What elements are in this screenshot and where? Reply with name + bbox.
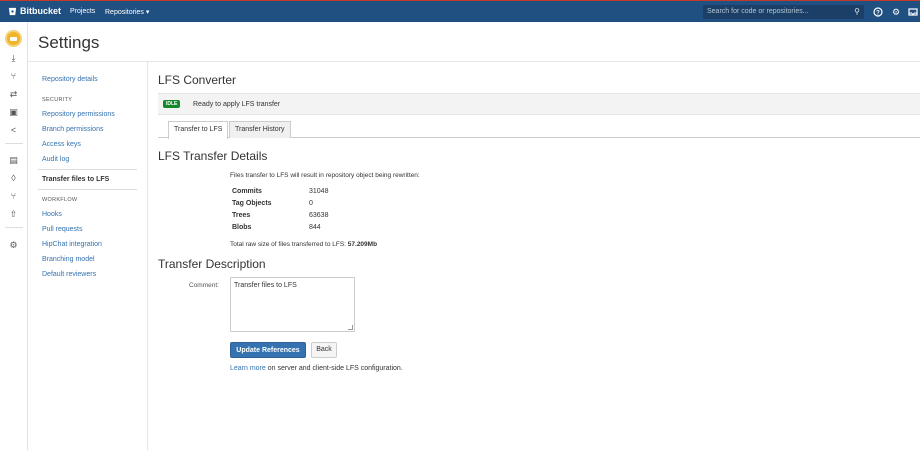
source-icon[interactable]: ▤ [8, 155, 19, 166]
stat-label-commits: Commits [232, 188, 262, 195]
stat-value-blobs: 844 [309, 224, 321, 231]
search-placeholder: Search for code or repositories... [707, 8, 809, 15]
tab-transfer-history[interactable]: Transfer History [229, 121, 291, 138]
transfer-details-heading: LFS Transfer Details [158, 149, 268, 163]
create-branch-icon[interactable]: ⑂ [8, 71, 19, 82]
search-icon[interactable]: ⚲ [854, 7, 860, 16]
pull-requests-icon[interactable]: ⇧ [8, 209, 19, 220]
transfer-details-intro: Files transfer to LFS will result in rep… [230, 172, 420, 179]
stat-label-tag-objects: Tag Objects [232, 200, 272, 207]
sidebar-item-hipchat-integration[interactable]: HipChat integration [42, 241, 102, 248]
inbox-icon[interactable] [908, 7, 918, 17]
total-size-label: Total raw size of files transferred to L… [230, 241, 348, 248]
status-message: Ready to apply LFS transfer [193, 101, 281, 108]
sidebar-heading-workflow: WORKFLOW [42, 197, 78, 203]
settings-sidebar: Repository details SECURITY Repository p… [28, 62, 148, 450]
sidebar-item-access-keys[interactable]: Access keys [42, 141, 81, 148]
sidebar-item-repository-permissions[interactable]: Repository permissions [42, 111, 115, 118]
commits-icon[interactable]: ◊ [8, 173, 19, 184]
share-icon[interactable]: < [8, 125, 19, 136]
create-pull-request-icon[interactable]: ⇄ [8, 89, 19, 100]
brand-name: Bitbucket [20, 6, 62, 16]
settings-icon[interactable]: ⚙ [8, 240, 19, 251]
stat-label-trees: Trees [232, 212, 251, 219]
sidebar-item-branching-model[interactable]: Branching model [42, 256, 95, 263]
stat-label-blobs: Blobs [232, 224, 252, 231]
comment-text: Transfer files to LFS [234, 282, 297, 289]
transfer-description-heading: Transfer Description [158, 257, 266, 271]
tab-transfer-to-lfs[interactable]: Transfer to LFS [168, 121, 229, 139]
sidebar-item-repository-details[interactable]: Repository details [42, 76, 98, 83]
repository-avatar[interactable] [5, 30, 22, 47]
sidebar-item-branch-permissions[interactable]: Branch permissions [42, 126, 103, 133]
learn-more-line: Learn more on server and client-side LFS… [230, 365, 403, 372]
stat-value-commits: 31048 [309, 188, 329, 195]
sidebar-item-audit-log[interactable]: Audit log [42, 156, 69, 163]
tab-bar: Transfer to LFS Transfer History [158, 121, 920, 139]
comment-textarea[interactable]: Transfer files to LFS [230, 277, 355, 332]
sidebar-item-default-reviewers[interactable]: Default reviewers [42, 271, 96, 278]
svg-text:?: ? [876, 10, 880, 16]
search-input[interactable]: Search for code or repositories... ⚲ [703, 5, 864, 19]
learn-more-text: on server and client-side LFS configurat… [265, 365, 403, 372]
help-icon[interactable]: ? [873, 7, 883, 17]
sidebar-divider [38, 189, 137, 190]
back-button[interactable]: Back [311, 342, 337, 358]
sidebar-divider [38, 169, 137, 170]
stat-value-tag-objects: 0 [309, 200, 313, 207]
stat-value-trees: 63638 [309, 212, 329, 219]
branches-icon[interactable]: ⑂ [8, 191, 19, 202]
total-size-line: Total raw size of files transferred to L… [230, 241, 377, 248]
rail-divider [5, 227, 23, 228]
sidebar-heading-security: SECURITY [42, 97, 73, 103]
update-references-button[interactable]: Update References [230, 342, 306, 358]
status-badge: IDLE [163, 100, 181, 108]
top-navigation-bar: Bitbucket Projects Repositories ▾ Search… [0, 0, 920, 22]
lfs-converter-panel: LFS Converter IDLE Ready to apply LFS tr… [148, 62, 920, 450]
inbox-tray-icon[interactable]: ▣ [8, 107, 19, 118]
lfs-converter-heading: LFS Converter [158, 73, 237, 87]
gear-icon[interactable]: ⚙ [891, 7, 901, 17]
bitbucket-logo[interactable]: Bitbucket [8, 6, 61, 16]
repository-rail: ⤓ ⑂ ⇄ ▣ < ▤ ◊ ⑂ ⇧ ⚙ [0, 22, 28, 450]
total-size-value: 57.209Mb [347, 241, 378, 248]
sidebar-item-pull-requests[interactable]: Pull requests [42, 226, 82, 233]
page-header: Settings [28, 22, 920, 62]
bitbucket-icon [8, 7, 17, 15]
sidebar-item-hooks[interactable]: Hooks [42, 211, 62, 218]
learn-more-link[interactable]: Learn more [230, 365, 266, 372]
page-title: Settings [38, 33, 100, 52]
comment-label: Comment: [189, 282, 219, 289]
rail-divider [5, 143, 23, 144]
sidebar-item-transfer-files-to-lfs[interactable]: Transfer files to LFS [42, 176, 109, 183]
nav-repositories[interactable]: Repositories ▾ [105, 8, 149, 16]
status-bar: IDLE Ready to apply LFS transfer [158, 93, 920, 115]
nav-projects[interactable]: Projects [70, 8, 95, 15]
clone-icon[interactable]: ⤓ [8, 53, 19, 64]
